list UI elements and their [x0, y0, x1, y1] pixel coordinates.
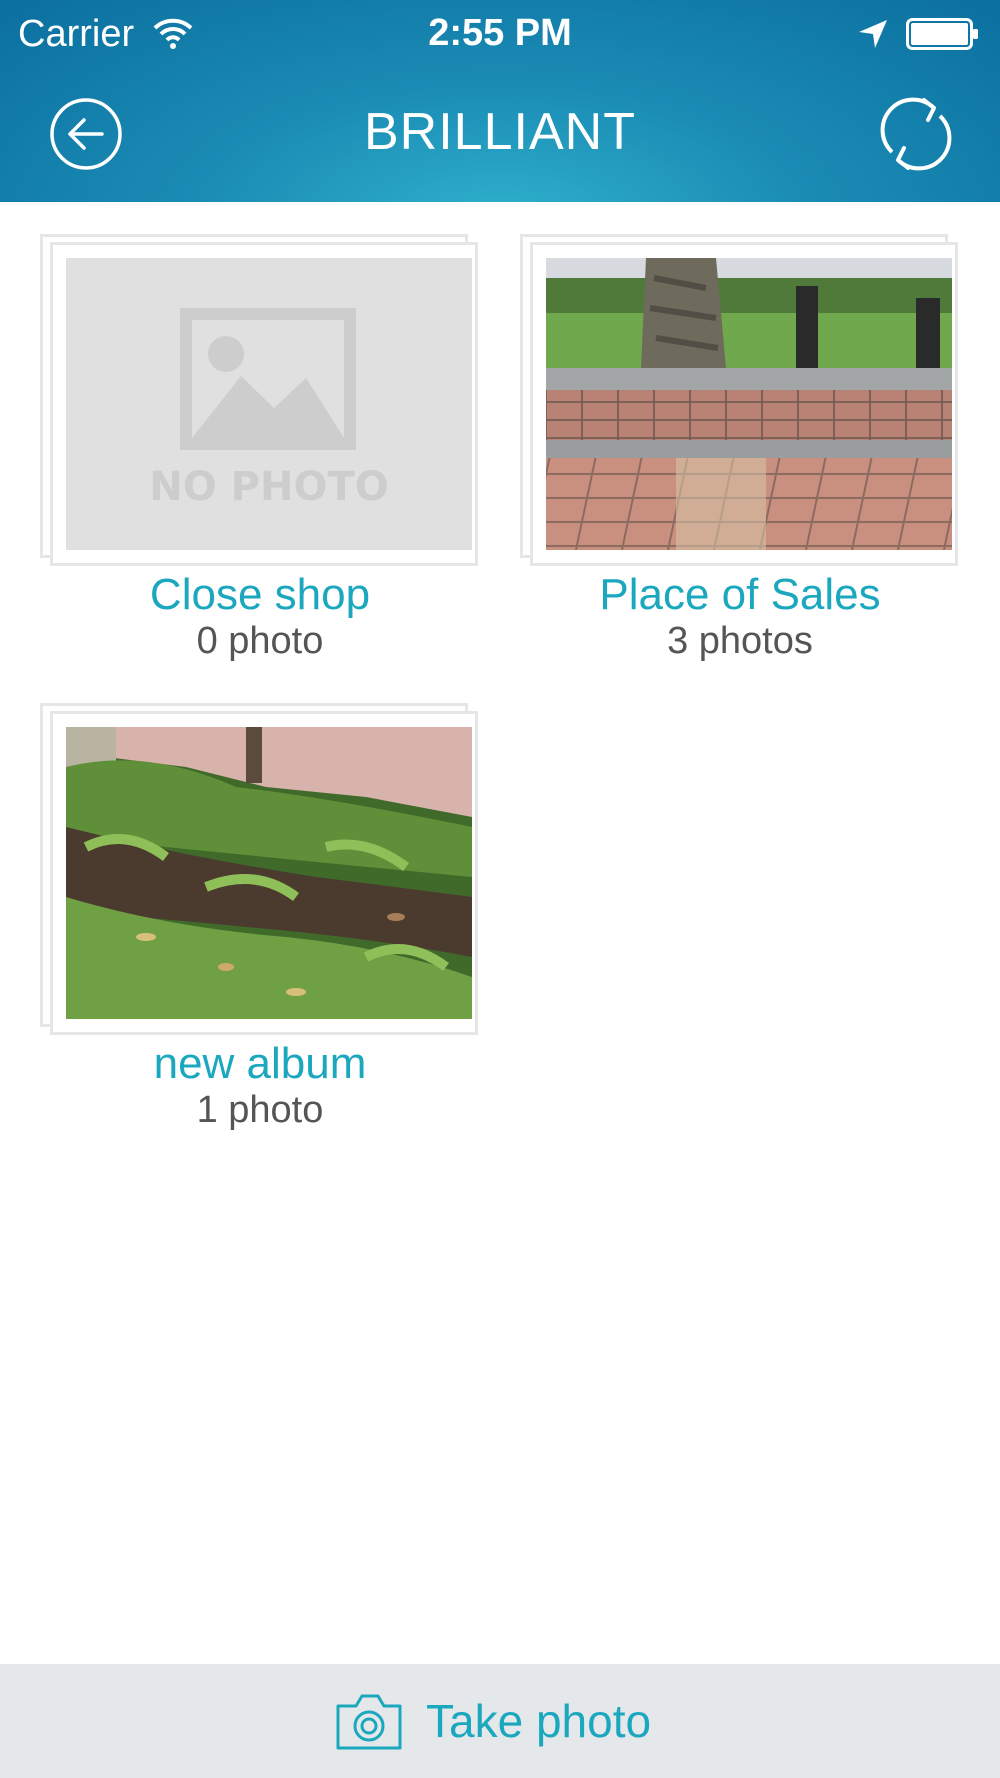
take-photo-label: Take photo — [426, 1695, 652, 1747]
status-time: 2:55 PM — [428, 12, 572, 54]
location-arrow-icon — [859, 20, 887, 48]
album-photo-count: 3 photos — [667, 620, 813, 662]
refresh-icon[interactable] — [876, 94, 956, 174]
garden-shrubs-photo — [66, 727, 472, 1019]
page-title: BRILLIANT — [364, 103, 636, 161]
album-name: new album — [153, 1039, 367, 1088]
album-close-shop[interactable]: NO PHOTO Close shop 0 photo — [0, 202, 478, 662]
app-header: Carrier 2:55 PM BRILLIANT — [0, 0, 1000, 202]
battery-icon — [906, 18, 978, 50]
take-photo-button[interactable]: Take photo — [0, 1664, 1000, 1778]
no-photo-text: NO PHOTO — [149, 464, 389, 510]
album-new-album[interactable]: new album 1 photo — [0, 671, 478, 1131]
album-photo-count: 0 photo — [196, 620, 324, 662]
status-bar: Carrier 2:55 PM — [0, 0, 1000, 66]
album-photo-count: 1 photo — [196, 1089, 324, 1131]
album-name: Close shop — [149, 570, 371, 619]
paved-sidewalk-photo — [546, 258, 952, 550]
no-photo-placeholder: NO PHOTO — [66, 258, 472, 550]
camera-icon — [336, 1694, 402, 1750]
album-name: Place of Sales — [599, 570, 881, 619]
album-place-of-sales[interactable]: Place of Sales 3 photos — [480, 202, 958, 662]
